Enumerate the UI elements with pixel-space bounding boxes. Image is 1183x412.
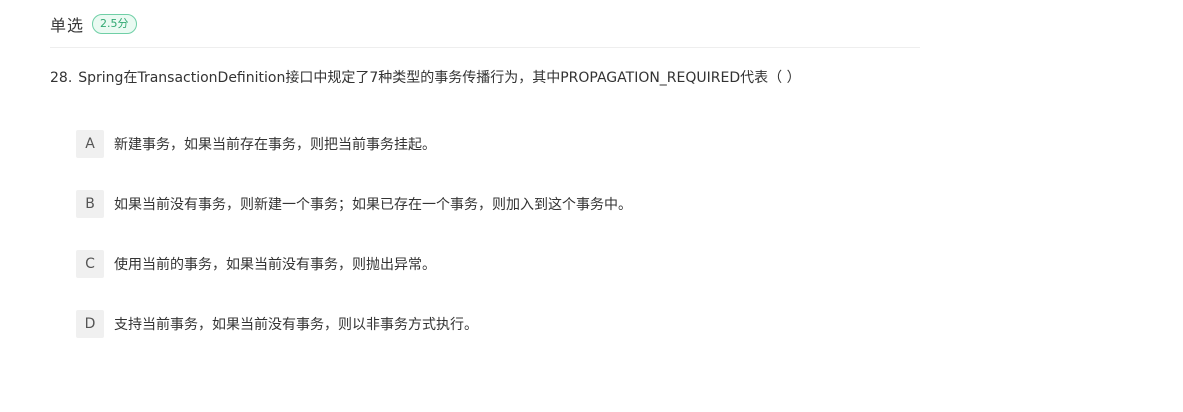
question-header: 单选 2.5分 [50, 12, 137, 36]
option-text[interactable]: 支持当前事务，如果当前没有事务，则以非事务方式执行。 [114, 314, 478, 334]
option-text[interactable]: 使用当前的事务，如果当前没有事务，则抛出异常。 [114, 254, 436, 274]
question-number: 28. [50, 70, 73, 86]
option-letter[interactable]: B [76, 190, 104, 218]
header-divider [50, 47, 920, 48]
score-badge: 2.5分 [92, 14, 137, 34]
option-a[interactable]: A 新建事务，如果当前存在事务，则把当前事务挂起。 [76, 129, 632, 159]
option-b[interactable]: B 如果当前没有事务，则新建一个事务；如果已存在一个事务，则加入到这个事务中。 [76, 189, 632, 219]
question-text: Spring在TransactionDefinition接口中规定了7种类型的事… [78, 70, 801, 86]
question-type-label: 单选 [50, 16, 85, 35]
option-d[interactable]: D 支持当前事务，如果当前没有事务，则以非事务方式执行。 [76, 309, 632, 339]
option-letter[interactable]: D [76, 310, 104, 338]
question-stem: 28. Spring在TransactionDefinition接口中规定了7种类… [50, 67, 801, 87]
option-c[interactable]: C 使用当前的事务，如果当前没有事务，则抛出异常。 [76, 249, 632, 279]
option-text[interactable]: 新建事务，如果当前存在事务，则把当前事务挂起。 [114, 134, 436, 154]
option-letter[interactable]: C [76, 250, 104, 278]
exam-question-panel: 单选 2.5分 28. Spring在TransactionDefinition接… [0, 0, 1183, 412]
options-list: A 新建事务，如果当前存在事务，则把当前事务挂起。 B 如果当前没有事务，则新建… [76, 129, 632, 369]
option-text[interactable]: 如果当前没有事务，则新建一个事务；如果已存在一个事务，则加入到这个事务中。 [114, 194, 632, 214]
option-letter[interactable]: A [76, 130, 104, 158]
